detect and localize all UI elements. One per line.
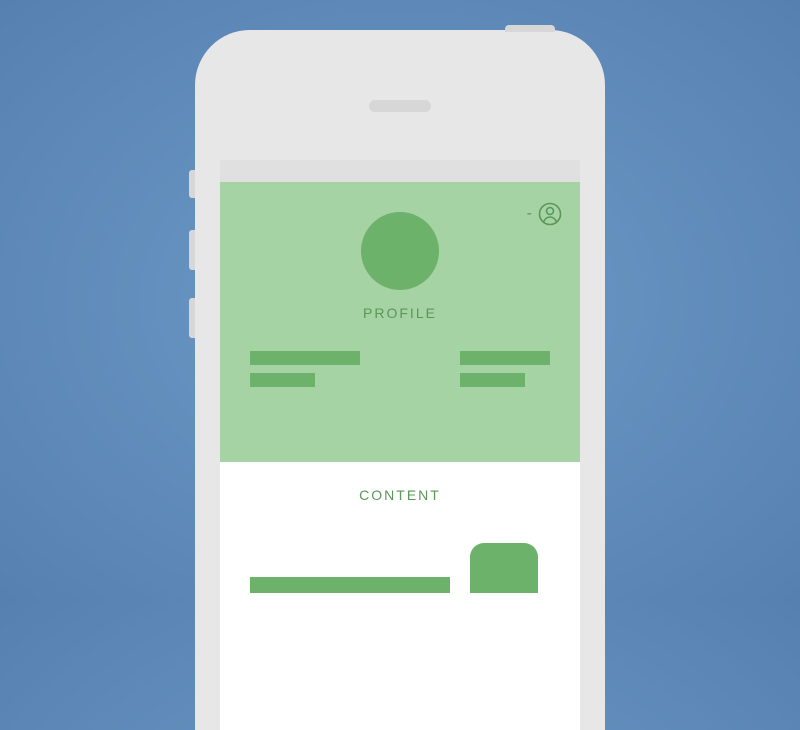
user-icon-row: - [527, 202, 562, 226]
content-label: CONTENT [220, 487, 580, 503]
info-placeholder [460, 351, 550, 365]
phone-mute-switch [189, 170, 195, 198]
user-icon[interactable] [538, 202, 562, 226]
profile-label: PROFILE [220, 305, 580, 321]
phone-volume-down [189, 298, 195, 338]
info-placeholder [460, 373, 525, 387]
content-items [220, 543, 580, 593]
profile-info-right [460, 351, 550, 387]
dash-text: - [527, 205, 532, 223]
phone-power-button [505, 25, 555, 32]
info-placeholder [250, 373, 315, 387]
profile-avatar[interactable] [361, 212, 439, 290]
profile-info [220, 351, 580, 387]
phone-volume-up [189, 230, 195, 270]
profile-info-left [250, 351, 360, 387]
phone-screen: - PROFILE [220, 160, 580, 730]
content-section: CONTENT [220, 462, 580, 593]
phone-frame: - PROFILE [195, 30, 605, 730]
status-bar [220, 160, 580, 182]
phone-speaker [369, 100, 431, 112]
content-placeholder [250, 577, 450, 593]
content-block[interactable] [470, 543, 538, 593]
info-placeholder [250, 351, 360, 365]
profile-section: - PROFILE [220, 182, 580, 462]
